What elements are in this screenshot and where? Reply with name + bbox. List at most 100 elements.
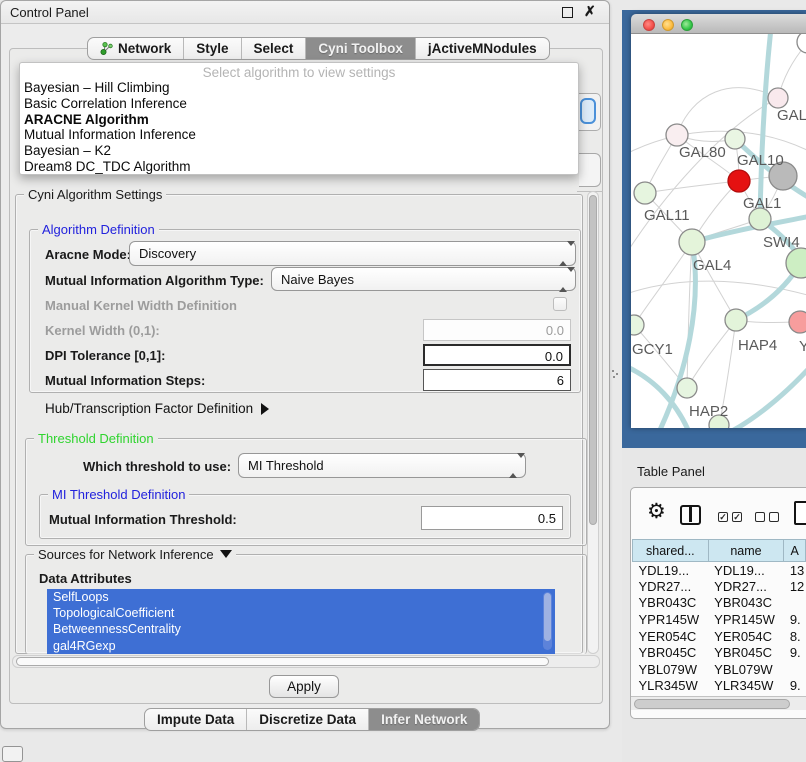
cell[interactable]: YBL079W [708, 661, 784, 678]
kernel-width-field[interactable]: 0.0 [423, 319, 571, 341]
table-hscroll-thumb[interactable] [634, 699, 790, 709]
dpi-tolerance-field[interactable]: 0.0 [423, 344, 571, 366]
node-gcy1[interactable] [631, 315, 644, 335]
unchecked-checkbox-icon[interactable] [769, 512, 779, 522]
mac-close-icon[interactable] [643, 19, 655, 31]
cell[interactable]: YBR045C [708, 644, 784, 661]
table-horizontal-scrollbar[interactable] [631, 696, 806, 710]
cell[interactable]: YDR27... [633, 578, 709, 595]
table-row[interactable]: YPR145WYPR145W9. [633, 611, 806, 628]
node-hap2[interactable] [677, 378, 697, 398]
checked-checkbox-icon[interactable]: ✓ [718, 512, 728, 522]
node-gal4[interactable] [679, 229, 705, 255]
algorithm-option[interactable]: Mutual Information Inference [20, 127, 578, 143]
attributes-scroll-thumb[interactable] [544, 593, 551, 641]
vscroll-thumb[interactable] [589, 195, 597, 525]
node-gal-partial[interactable] [768, 88, 788, 108]
tab-jactivemnodules[interactable]: jActiveMNodules [416, 38, 549, 59]
attribute-item[interactable]: TopologicalCoefficient [47, 605, 555, 621]
node-green-large[interactable] [786, 248, 806, 278]
algorithm-option[interactable]: Basic Correlation Inference [20, 96, 578, 112]
table-row[interactable]: YBR045CYBR045C9. [633, 644, 806, 661]
apply-button[interactable]: Apply [269, 675, 339, 698]
cell[interactable] [784, 661, 806, 678]
cell[interactable]: YBR043C [633, 595, 709, 612]
settings-horizontal-scrollbar[interactable] [12, 655, 600, 668]
node-salmon[interactable] [789, 311, 806, 333]
mi-type-select[interactable]: Naive Bayes [271, 267, 576, 291]
mi-threshold-field[interactable]: 0.5 [421, 506, 563, 530]
cell[interactable]: YBL079W [633, 661, 709, 678]
which-threshold-select[interactable]: MI Threshold [238, 453, 526, 478]
tab-discretize-data[interactable]: Discretize Data [247, 709, 369, 730]
document-icon[interactable] [794, 501, 806, 525]
table-row[interactable]: YBL079WYBL079W [633, 661, 806, 678]
unchecked-checkbox-icon[interactable] [755, 512, 765, 522]
cell[interactable]: YPR145W [633, 611, 709, 628]
data-attributes-list[interactable]: SelfLoops TopologicalCoefficient Between… [47, 589, 555, 654]
algorithm-option-selected[interactable]: ARACNE Algorithm [20, 112, 578, 128]
cell[interactable]: YBR045C [633, 644, 709, 661]
float-window-icon[interactable] [562, 7, 573, 18]
algorithm-option[interactable]: Bayesian – Hill Climbing [20, 80, 578, 96]
cell[interactable]: YER054C [708, 628, 784, 645]
column-header-partial[interactable]: A [784, 540, 806, 562]
cell[interactable]: YER054C [633, 628, 709, 645]
cell[interactable]: 9. [784, 611, 806, 628]
network-window-titlebar[interactable] [631, 14, 806, 34]
table-row[interactable]: YER054CYER054C8. [633, 628, 806, 645]
bottom-left-mini-button[interactable] [2, 746, 23, 762]
mi-steps-field[interactable]: 6 [423, 369, 571, 391]
attribute-item[interactable]: BetweennessCentrality [47, 621, 555, 637]
tab-cyni-toolbox[interactable]: Cyni Toolbox [306, 38, 416, 59]
mac-zoom-icon[interactable] [681, 19, 693, 31]
table-row[interactable]: YBR043CYBR043C [633, 595, 806, 612]
cell[interactable]: YLR345W [633, 678, 709, 695]
manual-kernel-checkbox[interactable] [553, 297, 567, 311]
tab-style[interactable]: Style [184, 38, 241, 59]
attribute-item[interactable]: gal4RGexp [47, 638, 555, 654]
node-gal1-selected[interactable] [728, 170, 750, 192]
cell[interactable]: 9. [784, 678, 806, 695]
column-header-shared-name[interactable]: shared... [633, 540, 709, 562]
hub-section-toggle[interactable]: Hub/Transcription Factor Definition [45, 401, 269, 416]
cell[interactable]: 9. [784, 644, 806, 661]
close-icon[interactable]: ✗ [584, 3, 596, 20]
gear-icon[interactable]: ⚙ [647, 499, 666, 524]
splitpane-grip[interactable] [612, 370, 618, 378]
attribute-item[interactable]: SelfLoops [47, 589, 555, 605]
cell[interactable]: YLR345W [708, 678, 784, 695]
cell[interactable]: YDL19... [708, 562, 784, 579]
attributes-scrollbar[interactable] [543, 592, 552, 650]
tab-infer-network[interactable]: Infer Network [369, 709, 479, 730]
tab-network[interactable]: Network [88, 38, 184, 59]
node-gal11[interactable] [634, 182, 656, 204]
node-gal10[interactable] [725, 129, 745, 149]
cell[interactable]: YPR145W [708, 611, 784, 628]
tab-select[interactable]: Select [242, 38, 307, 59]
cell[interactable]: 12 [784, 578, 806, 595]
cell[interactable]: YBR043C [708, 595, 784, 612]
hscroll-thumb[interactable] [16, 657, 549, 666]
table-row[interactable]: YDL19...YDL19...13 [633, 562, 806, 579]
cell[interactable]: 8. [784, 628, 806, 645]
node-gal80[interactable] [666, 124, 688, 146]
cell[interactable] [784, 595, 806, 612]
cell[interactable]: YDL19... [633, 562, 709, 579]
table-row[interactable]: YLR345WYLR345W9. [633, 678, 806, 695]
algorithm-option[interactable]: Bayesian – K2 [20, 143, 578, 159]
table-row[interactable]: YDR27...YDR27...12 [633, 578, 806, 595]
node-hap4[interactable] [725, 309, 747, 331]
cell[interactable]: YDR27... [708, 578, 784, 595]
tab-impute-data[interactable]: Impute Data [145, 709, 247, 730]
cell[interactable]: 13 [784, 562, 806, 579]
mac-minimize-icon[interactable] [662, 19, 674, 31]
settings-vertical-scrollbar[interactable] [587, 191, 599, 654]
algorithm-option[interactable]: Dream8 DC_TDC Algorithm [20, 159, 578, 175]
checked-checkbox-icon[interactable]: ✓ [732, 512, 742, 522]
network-canvas[interactable]: GAL GAL80 GAL10 GAL1 GAL11 SWI4 GAL4 GCY… [631, 34, 806, 428]
aracne-mode-select[interactable]: Discovery [129, 241, 576, 266]
node-unlabeled[interactable] [797, 34, 806, 53]
columns-icon[interactable] [680, 505, 701, 525]
column-header-name[interactable]: name [708, 540, 784, 562]
